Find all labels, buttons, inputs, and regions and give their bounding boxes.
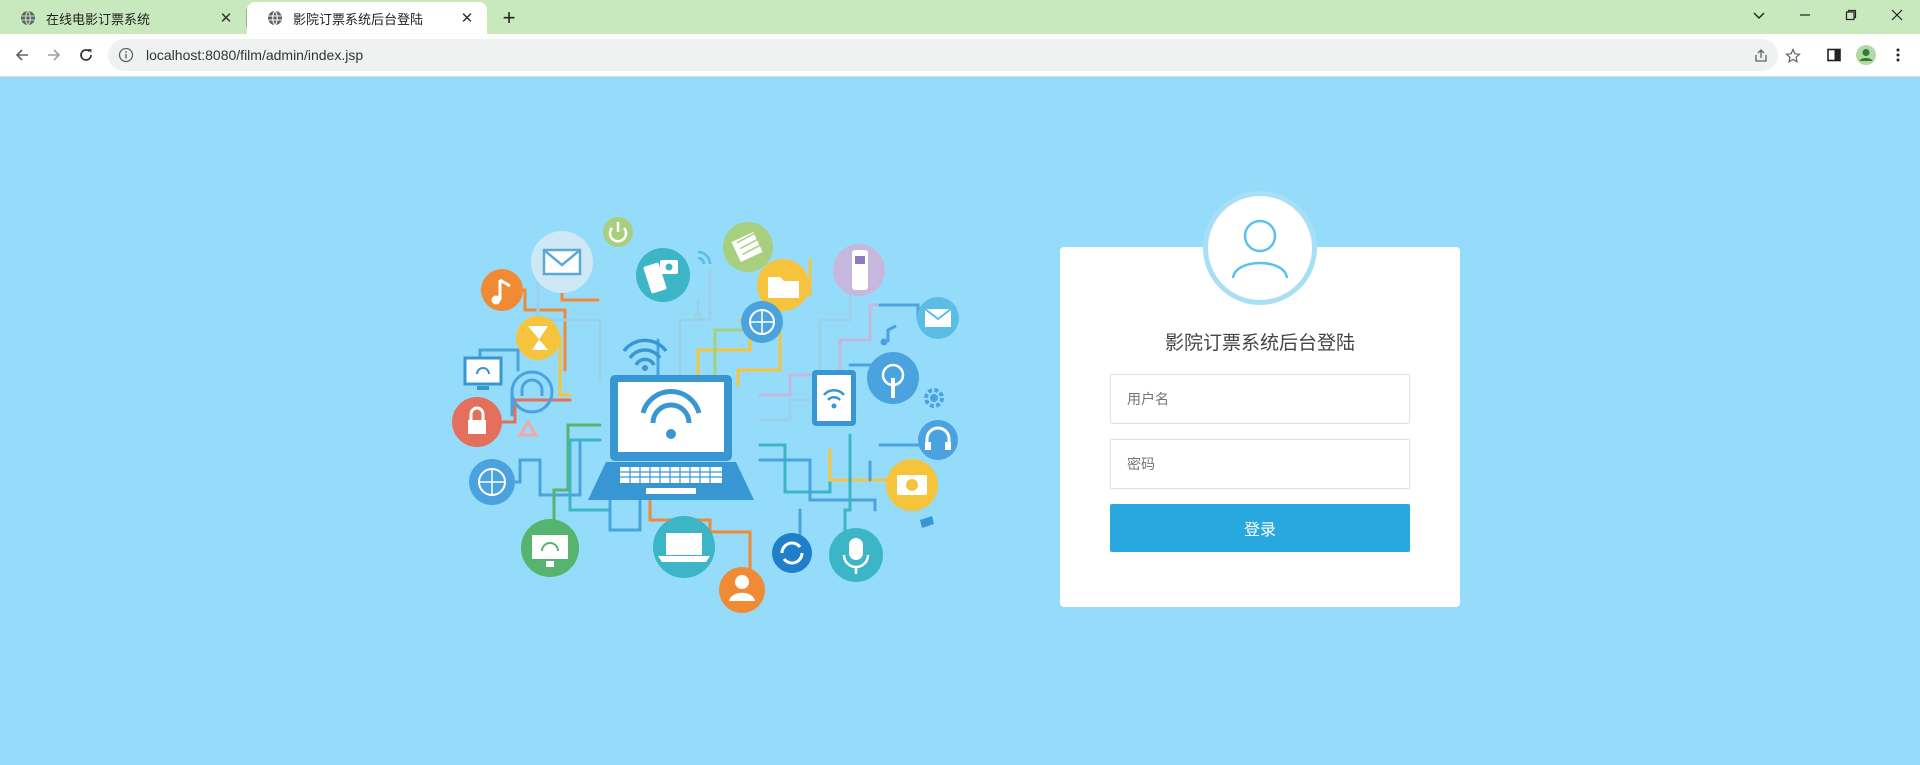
share-icon[interactable] [1749, 44, 1773, 68]
password-field[interactable] [1110, 439, 1410, 489]
tab-strip: 在线电影订票系统 ✕ 影院订票系统后台登陆 ✕ + [0, 0, 1920, 34]
username-field[interactable] [1110, 374, 1410, 424]
minimize-icon[interactable] [1782, 0, 1828, 30]
tab-title: 影院订票系统后台登陆 [293, 11, 424, 27]
login-title: 影院订票系统后台登陆 [1164, 333, 1355, 354]
toolbar-divider [0, 76, 1920, 77]
globe-icon [21, 10, 35, 26]
profile-icon[interactable] [1854, 43, 1878, 67]
close-icon[interactable]: ✕ [218, 10, 234, 27]
chevron-down-icon[interactable] [1736, 0, 1782, 30]
address-bar[interactable]: localhost:8080/film/admin/index.jsp [108, 39, 1778, 71]
star-icon[interactable] [1781, 44, 1805, 68]
network-devices-illustration [452, 217, 959, 613]
reload-icon[interactable] [72, 41, 100, 69]
tab-film-booking[interactable]: 在线电影订票系统 ✕ [0, 2, 246, 34]
forward-arrow-icon[interactable] [40, 41, 68, 69]
browser-toolbar: localhost:8080/film/admin/index.jsp [0, 34, 1920, 76]
restore-icon[interactable] [1828, 0, 1874, 30]
globe-icon [268, 10, 282, 26]
back-arrow-icon[interactable] [8, 41, 36, 69]
info-icon[interactable] [118, 47, 134, 63]
user-avatar-icon [1203, 191, 1317, 305]
login-button[interactable]: 登录 [1110, 504, 1410, 552]
side-panel-icon[interactable] [1822, 43, 1846, 67]
tab-title: 在线电影订票系统 [46, 11, 151, 27]
more-menu-icon[interactable] [1886, 43, 1910, 67]
url-text: localhost:8080/film/admin/index.jsp [146, 47, 364, 63]
tab-admin-login[interactable]: 影院订票系统后台登陆 ✕ [247, 2, 487, 34]
close-icon[interactable]: ✕ [459, 10, 475, 27]
close-window-icon[interactable] [1874, 0, 1920, 30]
new-tab-button[interactable]: + [497, 5, 521, 30]
